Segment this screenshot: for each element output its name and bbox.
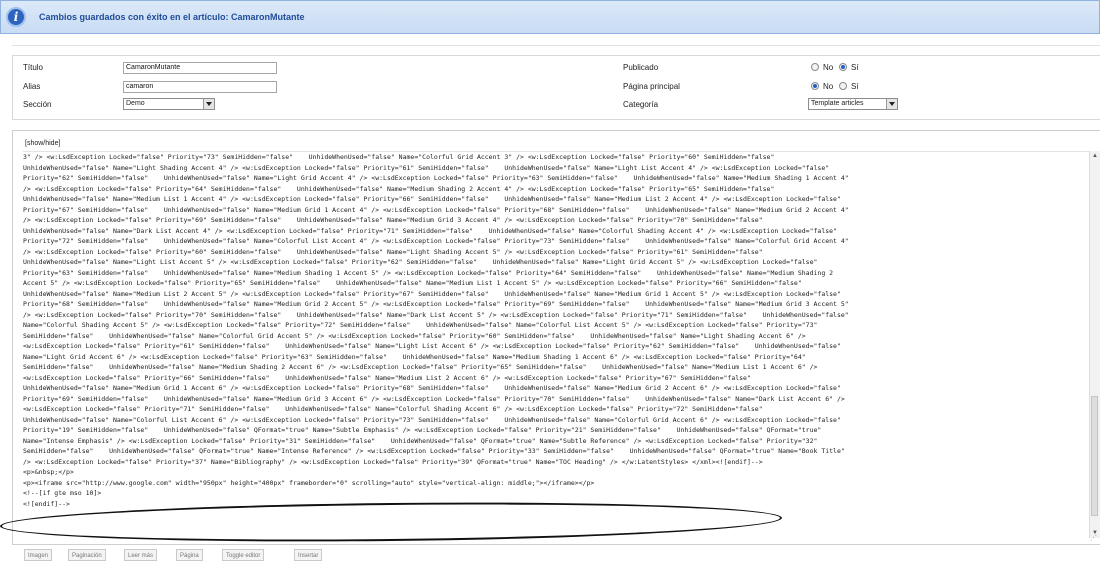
code-line: /> <w:LsdException Locked="false" Priori… [23, 310, 849, 319]
category-label: Categoría [623, 100, 659, 109]
code-line: <p><iframe src="http://www.google.com" w… [23, 478, 595, 487]
code-line: Priority="67" SemiHidden="false" UnhideW… [23, 205, 849, 214]
toolbar-button-image[interactable]: Imagen [24, 549, 53, 561]
code-line: /> <w:LsdException Locked="false" Priori… [23, 247, 763, 256]
published-yes-radio[interactable] [839, 63, 847, 71]
code-line: Accent 5" /> <w:LsdException Locked="fal… [23, 279, 802, 287]
code-line: Priority="72" SemiHidden="false" UnhideW… [23, 237, 849, 245]
chevron-down-icon[interactable] [203, 99, 214, 109]
section-select[interactable]: Demo [123, 98, 215, 110]
frontpage-yes-label: Sí [851, 82, 859, 91]
system-message-text: Cambios guardados con éxito en el artícu… [39, 12, 305, 22]
code-line: <w:LsdException Locked="false" Priority=… [23, 405, 763, 413]
code-line: Priority="62" SemiHidden="false" UnhideW… [23, 174, 849, 182]
code-line: SemiHidden="false" UnhideWhenUsed="false… [23, 331, 806, 340]
section-select-value: Demo [126, 100, 145, 107]
published-no-radio[interactable] [811, 63, 819, 71]
info-icon: i [6, 7, 26, 27]
frontpage-no-label: No [823, 82, 834, 91]
toolbar-button-toggle-editor[interactable]: Toggle editor [222, 549, 265, 561]
code-line: UnhideWhenUsed="false" Name="Medium List… [23, 289, 841, 298]
html-editor: [show/hide] 3" /> <w:LsdException Locked… [12, 130, 1100, 545]
code-line: /> <w:LsdException Locked="false" Priori… [23, 457, 763, 466]
html-source-text: 3" /> <w:LsdException Locked="false" Pri… [23, 152, 1099, 509]
code-line: <w:LsdException Locked="false" Priority=… [23, 342, 841, 350]
divider [12, 45, 1100, 46]
code-line: UnhideWhenUsed="false" Name="Light Shadi… [23, 163, 830, 172]
code-line: Priority="63" SemiHidden="false" UnhideW… [23, 268, 834, 277]
title-label: Título [23, 63, 44, 72]
toolbar-button-insert[interactable]: Insertar [294, 549, 323, 561]
code-line: UnhideWhenUsed="false" Name="Medium List… [23, 195, 841, 203]
alias-input[interactable]: camaron [123, 81, 277, 93]
code-line: <p>&nbsp;</p> [23, 468, 74, 476]
scrollbar-thumb[interactable] [1091, 396, 1098, 516]
system-message-bar: i Cambios guardados con éxito en el artí… [0, 0, 1100, 34]
vertical-scrollbar[interactable]: ▲ ▼ [1089, 151, 1100, 538]
toolbar-button-readmore[interactable]: Leer más [124, 549, 158, 561]
frontpage-label: Página principal [623, 82, 680, 91]
code-line: <w:LsdException Locked="false" Priority=… [23, 373, 751, 382]
code-line: Name="Colorful Shading Accent 5" /> <w:L… [23, 321, 818, 329]
html-source-textarea[interactable]: 3" /> <w:LsdException Locked="false" Pri… [23, 151, 1099, 539]
code-line: UnhideWhenUsed="false" Name="Dark List A… [23, 226, 837, 235]
published-yes-label: Sí [851, 63, 859, 72]
code-line: <![endif]--> [23, 499, 70, 508]
code-line: /> <w:LsdException Locked="false" Priori… [23, 184, 775, 193]
code-line: Priority="68" SemiHidden="false" UnhideW… [23, 300, 849, 308]
frontpage-no-radio[interactable] [811, 82, 819, 90]
code-line: UnhideWhenUsed="false" Name="Light List … [23, 258, 818, 266]
published-label: Publicado [623, 63, 659, 72]
code-line: /> <w:LsdException Locked="false" Priori… [23, 216, 763, 224]
section-label: Sección [23, 100, 52, 109]
alias-label: Alias [23, 82, 41, 91]
category-select-value: Template articles [811, 100, 864, 107]
toolbar-button-page[interactable]: Página [176, 549, 203, 561]
code-line: Name="Light Grid Accent 6" /> <w:LsdExce… [23, 352, 806, 361]
published-no-label: No [823, 63, 834, 72]
resize-grip-icon[interactable]: ⋰ [1090, 534, 1097, 542]
scroll-up-icon[interactable]: ▲ [1092, 153, 1098, 159]
frontpage-yes-radio[interactable] [839, 82, 847, 90]
title-input[interactable]: CamaronMutante [123, 62, 277, 74]
chevron-down-icon[interactable] [886, 99, 897, 109]
code-line: UnhideWhenUsed="false" Name="Medium Grid… [23, 384, 841, 392]
toolbar-button-pagebreak[interactable]: Paginación [68, 549, 106, 561]
show-hide-toggle[interactable]: [show/hide] [25, 140, 60, 147]
article-details-panel: Título CamaronMutante Alias camaron Secc… [12, 55, 1100, 120]
code-line: Name="Intense Emphasis" /> <w:LsdExcepti… [23, 436, 818, 445]
code-line: SemiHidden="false" UnhideWhenUsed="false… [23, 447, 845, 455]
code-line: SemiHidden="false" UnhideWhenUsed="false… [23, 363, 818, 371]
code-line: UnhideWhenUsed="false" Name="Colorful Li… [23, 415, 841, 424]
code-line: <!--[if gte mso 10]> [23, 489, 102, 497]
code-line: 3" /> <w:LsdException Locked="false" Pri… [23, 153, 775, 161]
code-line: Priority="69" SemiHidden="false" UnhideW… [23, 394, 845, 403]
code-line: Priority="19" SemiHidden="false" UnhideW… [23, 426, 822, 434]
category-select[interactable]: Template articles [808, 98, 898, 110]
